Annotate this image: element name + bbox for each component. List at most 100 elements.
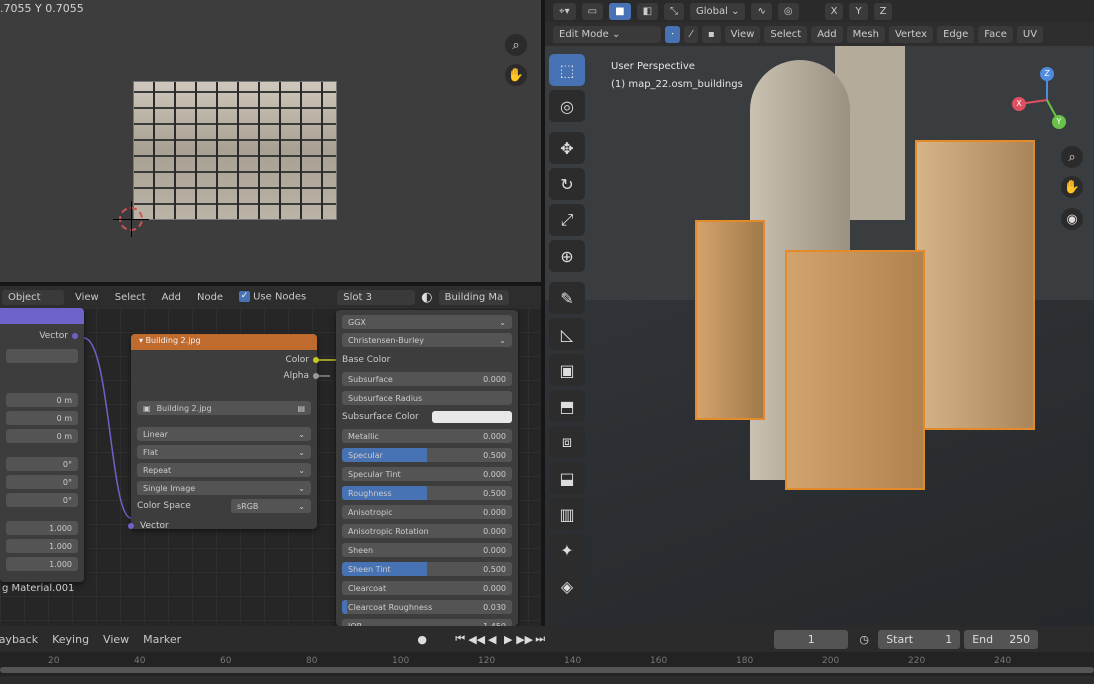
bsdf-specular-field[interactable]: Specular 0.500 (342, 448, 512, 462)
current-frame-field[interactable]: 1 (774, 629, 849, 649)
3d-cursor-icon[interactable] (113, 201, 149, 237)
3d-viewport[interactable]: ⌖▾ ▭ ■ ◧ ⤡ Global ⌄ ∿ ◎ X Y Z Edit Mode … (545, 0, 1094, 626)
principled-bsdf-node[interactable]: GGX ⌄ Christensen-Burley ⌄ Base Color Subs… (336, 310, 518, 626)
color-space-dropdown[interactable]: sRGB ⌄ (231, 499, 311, 513)
source-dropdown[interactable]: Single Image ⌄ (137, 481, 311, 495)
subsurface-radius-dropdown[interactable]: Subsurface Radius (342, 391, 512, 405)
mapping-node[interactable]: Vector 0 m 0 m 0 m 0° 0° 0° 1.000 1.000 … (0, 308, 84, 582)
clock-icon[interactable]: ◷ (856, 633, 872, 646)
menu-marker[interactable]: Marker (136, 633, 188, 646)
use-nodes-checkbox[interactable]: ✓ Use Nodes (234, 289, 311, 305)
gizmo-z-axis[interactable]: Z (1040, 67, 1054, 81)
record-icon[interactable]: ● (414, 633, 430, 646)
add-cube-tool-icon[interactable]: ▣ (549, 354, 585, 386)
loop-cut-tool-icon[interactable]: ▥ (549, 498, 585, 530)
location-z-field[interactable]: 0 m (6, 429, 78, 443)
measure-tool-icon[interactable]: ◺ (549, 318, 585, 350)
jump-start-icon[interactable]: ⏮ (452, 632, 468, 646)
rotate-tool-icon[interactable]: ↻ (549, 168, 585, 200)
bsdf-metallic-field[interactable]: Metallic 0.000 (342, 429, 512, 443)
subsurface-method-dropdown[interactable]: Christensen-Burley ⌄ (342, 333, 512, 347)
image-texture-node[interactable]: ▾ Building 2.jpg Color Alpha ▣ Building 2… (128, 334, 319, 531)
menu-mesh[interactable]: Mesh (846, 25, 885, 43)
menu-playback[interactable]: Playback (0, 633, 45, 646)
menu-edge[interactable]: Edge (937, 25, 975, 43)
slot-dropdown[interactable]: Slot 3 (337, 289, 416, 305)
axis-y-toggle[interactable]: Y (849, 2, 868, 20)
cursor-tool-icon[interactable]: ◎ (549, 90, 585, 122)
location-y-field[interactable]: 0 m (6, 411, 78, 425)
jump-end-icon[interactable]: ⏭ (532, 632, 548, 646)
alpha-output-socket[interactable] (313, 373, 319, 379)
vertex-select-icon[interactable]: ⋅ (665, 25, 681, 43)
end-frame-field[interactable]: End 250 (964, 629, 1039, 649)
bsdf-anisotropic-field[interactable]: Anisotropic 0.000 (342, 505, 512, 519)
transform-orientation-dropdown[interactable]: Global ⌄ (690, 2, 746, 20)
bsdf-roughness-field[interactable]: Roughness 0.500 (342, 486, 512, 500)
mapping-type-field[interactable] (6, 349, 78, 363)
menu-view[interactable]: View (70, 290, 104, 305)
rotation-y-field[interactable]: 0° (6, 475, 78, 489)
extrude-tool-icon[interactable]: ⬒ (549, 390, 585, 422)
image-texture-node-header[interactable]: ▾ Building 2.jpg (131, 334, 317, 350)
navigation-gizmo[interactable]: Z X Y (1005, 58, 1089, 142)
menu-vertex[interactable]: Vertex (888, 25, 934, 43)
snap-icon[interactable]: ∿ (751, 2, 772, 20)
scale-y-field[interactable]: 1.000 (6, 539, 78, 553)
scale-x-field[interactable]: 1.000 (6, 521, 78, 535)
node-editor-canvas[interactable]: Vector 0 m 0 m 0 m 0° 0° 0° 1.000 1.000 … (0, 308, 541, 626)
folder-icon[interactable]: ▤ (297, 404, 305, 413)
editor-type-icon[interactable]: ⌖▾ (553, 2, 576, 20)
uv-editor[interactable]: .7055 Y 0.7055 ⌕ ✋ (0, 0, 541, 282)
subsurface-radius-row[interactable]: Subsurface Radius (342, 390, 512, 406)
play-icon[interactable]: ▶ (500, 633, 516, 646)
scale-tool-icon[interactable]: ⤢ (549, 204, 585, 236)
start-frame-field[interactable]: Start 1 (878, 629, 961, 649)
menu-add[interactable]: Add (157, 290, 186, 305)
zoom-icon[interactable]: ⌕ (1061, 146, 1083, 168)
inset-tool-icon[interactable]: ⧈ (549, 426, 585, 458)
mapping-node-header[interactable] (0, 308, 84, 324)
annotate-tool-icon[interactable]: ✎ (549, 282, 585, 314)
select-mode-new-icon[interactable]: ■ (609, 2, 631, 20)
menu-keying[interactable]: Keying (45, 633, 96, 646)
select-tool-icon[interactable]: ⬚ (549, 54, 585, 86)
bsdf-ior-field[interactable]: IOR 1.450 (342, 619, 512, 626)
move-tool-icon[interactable]: ✥ (549, 132, 585, 164)
bsdf-anisotropic-rotation-field[interactable]: Anisotropic Rotation 0.000 (342, 524, 512, 538)
bevel-tool-icon[interactable]: ⬓ (549, 462, 585, 494)
face-select-icon[interactable]: ▪ (701, 25, 721, 43)
rotation-x-field[interactable]: 0° (6, 457, 78, 471)
object-mode-dropdown[interactable]: Object (2, 289, 64, 305)
axis-z-toggle[interactable]: Z (873, 2, 893, 20)
menu-face[interactable]: Face (978, 25, 1013, 43)
gizmo-y-axis[interactable]: Y (1052, 115, 1066, 129)
menu-view[interactable]: View (724, 25, 761, 43)
prev-keyframe-icon[interactable]: ◀◀ (468, 633, 485, 646)
hand-pan-icon[interactable]: ✋ (505, 64, 527, 86)
bsdf-sheen-tint-field[interactable]: Sheen Tint 0.500 (342, 562, 512, 576)
projection-dropdown[interactable]: Flat ⌄ (137, 445, 311, 459)
select-box-icon[interactable]: ▭ (581, 2, 604, 20)
zoom-icon[interactable]: ⌕ (505, 34, 527, 56)
camera-view-icon[interactable]: ◉ (1061, 208, 1083, 230)
bsdf-clearcoat-field[interactable]: Clearcoat 0.000 (342, 581, 512, 595)
subsurface-color-swatch[interactable] (432, 411, 512, 423)
bsdf-clearcoat-roughness-field[interactable]: Clearcoat Roughness 0.030 (342, 600, 512, 614)
material-name-field[interactable]: Building Ma (438, 289, 510, 305)
menu-uv[interactable]: UV (1016, 25, 1044, 43)
transform-pivot-icon[interactable]: ⤡ (664, 2, 685, 20)
scale-z-field[interactable]: 1.000 (6, 557, 78, 571)
select-mode-extend-icon[interactable]: ◧ (636, 2, 659, 20)
vector-output-socket[interactable] (72, 333, 78, 339)
distribution-dropdown[interactable]: GGX ⌄ (342, 315, 512, 329)
location-x-field[interactable]: 0 m (6, 393, 78, 407)
proportional-edit-icon[interactable]: ◎ (777, 2, 799, 20)
menu-node[interactable]: Node (192, 290, 228, 305)
transform-tool-icon[interactable]: ⊕ (549, 240, 585, 272)
next-keyframe-icon[interactable]: ▶▶ (516, 633, 533, 646)
bsdf-subsurface-field[interactable]: Subsurface 0.000 (342, 372, 512, 386)
extension-dropdown[interactable]: Repeat ⌄ (137, 463, 311, 477)
vector-input-socket[interactable] (128, 523, 134, 529)
menu-add[interactable]: Add (811, 25, 843, 43)
